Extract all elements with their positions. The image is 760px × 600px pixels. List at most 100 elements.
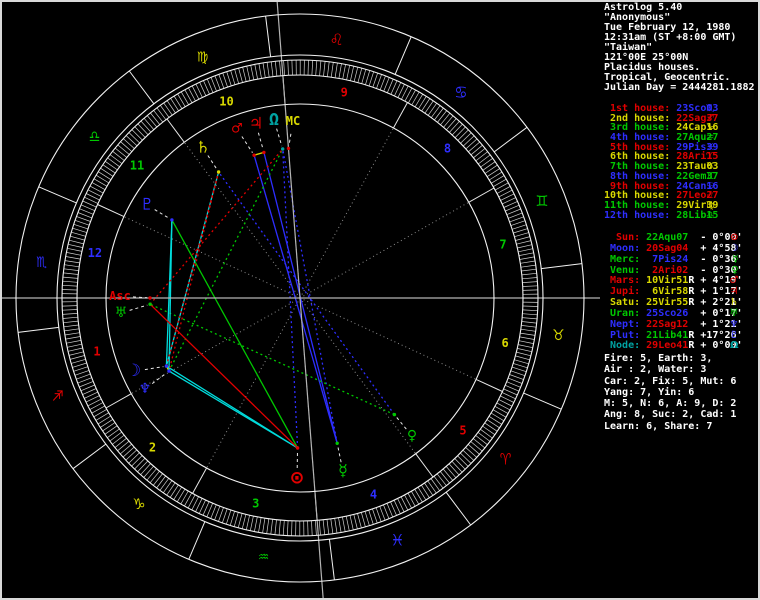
degree-tick <box>262 62 266 78</box>
planet-position: 29Leo41 <box>646 340 689 352</box>
mc-label: MC <box>286 114 300 128</box>
chart-header: Astrolog 5.40 "Anonymous" Tue February 1… <box>604 3 755 93</box>
degree-tick <box>254 516 258 532</box>
degree-tick <box>97 415 111 425</box>
zodiac-libra-icon: ♎ <box>89 127 100 148</box>
planet-position: 25Vir55 <box>646 297 689 309</box>
degree-tick <box>436 473 447 486</box>
degree-tick <box>166 482 176 496</box>
degree-tick <box>510 220 526 226</box>
sign-divider <box>493 126 528 153</box>
angle-degree-dot <box>286 146 291 151</box>
degree-tick <box>511 366 527 373</box>
planet-label: Nept: <box>604 318 647 330</box>
info-panel: Astrolog 5.40 "Anonymous" Tue February 1… <box>602 0 760 600</box>
degree-tick <box>522 289 538 291</box>
planet-label: Jupi: <box>604 286 647 298</box>
degree-tick <box>242 66 247 82</box>
zodiac-sagittarius-icon: ♐ <box>52 385 63 406</box>
zodiac-pisces-icon: ♓ <box>392 530 403 551</box>
planet-pointer <box>257 132 264 150</box>
degree-tick <box>520 260 536 264</box>
degree-tick <box>375 507 382 522</box>
node-icon: Ω <box>269 110 279 130</box>
element-stats: Fire: 5, Earth: 3, Air : 2, Water: 3 Car: … <box>604 353 736 432</box>
stat-line: Ang: 8, Suc: 2, Cad: 1 <box>604 409 737 421</box>
degree-tick <box>76 373 91 380</box>
degree-tick <box>270 61 274 77</box>
degree-tick <box>451 460 463 473</box>
sign-divider <box>523 392 562 410</box>
aspect-line <box>282 148 338 444</box>
degree-tick <box>494 405 509 414</box>
degree-tick <box>254 64 258 80</box>
degree-tick <box>98 171 112 180</box>
degree-tick <box>520 328 536 332</box>
planet-degree-dot <box>167 369 171 373</box>
degree-tick <box>448 463 460 476</box>
degree-tick <box>62 313 78 315</box>
degree-tick <box>330 518 334 534</box>
degree-tick <box>91 405 106 414</box>
degree-tick <box>149 470 160 484</box>
planet-list: Sun: 22Aqu07 - 0°00' ⊙ Moon: 20Sag04 + 4°… <box>604 232 743 352</box>
planet-position: 25Sco26 <box>646 307 689 319</box>
degree-tick <box>170 98 179 112</box>
degree-tick <box>365 70 371 85</box>
degree-tick <box>467 444 480 455</box>
degree-tick <box>507 377 523 384</box>
degree-tick <box>424 482 434 496</box>
degree-tick <box>513 228 528 234</box>
degree-tick <box>117 440 130 452</box>
degree-tick <box>134 126 146 138</box>
degree-tick <box>76 216 91 222</box>
degree-tick <box>125 135 138 147</box>
house-number: 12 <box>88 246 102 260</box>
degree-tick <box>334 62 338 78</box>
degree-tick <box>221 508 228 524</box>
house-cusp-line <box>299 201 469 299</box>
degree-tick <box>156 475 166 489</box>
sign-divider <box>128 70 155 105</box>
degree-tick <box>434 107 444 121</box>
degree-tick <box>513 363 528 369</box>
degree-tick <box>482 425 496 435</box>
degree-tick <box>226 71 232 87</box>
degree-tick <box>62 309 78 311</box>
house-number: 4 <box>370 488 377 502</box>
degree-tick <box>125 449 138 461</box>
degree-tick <box>163 480 173 494</box>
degree-tick <box>128 452 140 464</box>
degree-tick <box>361 69 367 84</box>
degree-tick <box>120 141 133 152</box>
degree-tick <box>484 422 498 432</box>
degree-tick <box>233 512 239 527</box>
degree-tick <box>64 328 80 332</box>
degree-tick <box>516 351 531 357</box>
degree-tick <box>104 161 118 171</box>
degree-tick <box>372 72 379 88</box>
degree-tick <box>287 60 289 76</box>
degree-tick <box>102 164 116 174</box>
degree-tick <box>379 506 386 521</box>
planet-label: Venu: <box>604 264 647 276</box>
degree-tick <box>319 60 322 76</box>
planet-icon: Ω <box>730 340 739 352</box>
degree-tick <box>460 132 472 144</box>
degree-tick <box>176 488 186 503</box>
stat-line: Fire: 5, Earth: 3, <box>604 353 713 364</box>
degree-tick <box>353 67 359 82</box>
house-number: 5 <box>459 423 466 437</box>
degree-tick <box>407 492 416 507</box>
degree-tick <box>493 178 507 188</box>
degree-tick <box>234 69 240 84</box>
house-number: 10 <box>219 94 233 108</box>
degree-tick <box>457 455 469 467</box>
degree-tick <box>62 289 78 291</box>
sun-icon: ⊙ <box>291 465 303 489</box>
degree-tick <box>146 468 157 481</box>
degree-tick <box>128 132 140 144</box>
degree-tick <box>442 468 454 481</box>
degree-tick <box>379 75 386 91</box>
degree-tick <box>62 305 78 307</box>
